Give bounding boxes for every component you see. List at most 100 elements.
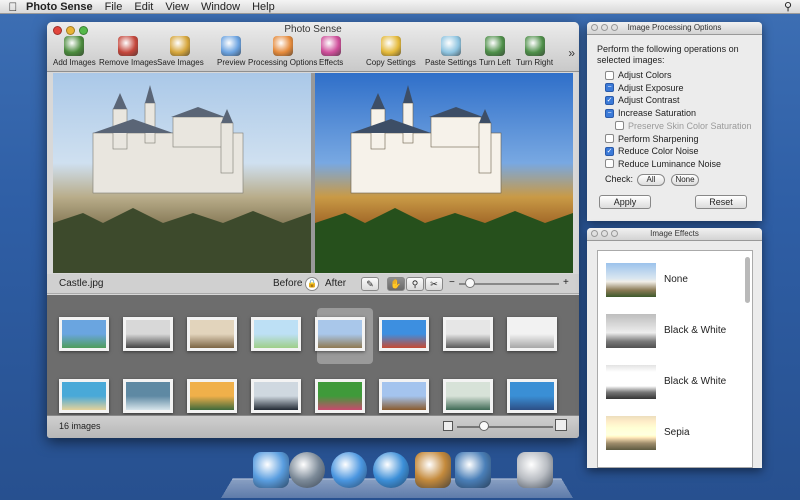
image-thumbnail[interactable]	[59, 379, 109, 413]
check-all-button[interactable]: All	[637, 174, 665, 186]
paste-settings-icon	[440, 36, 461, 56]
minimize-panel-button[interactable]	[601, 24, 608, 31]
checkbox[interactable]: ✓	[605, 146, 614, 156]
option-increase-saturation[interactable]: − Increase Saturation	[605, 108, 696, 118]
checkbox[interactable]	[605, 134, 614, 143]
turn-left-button[interactable]: Turn Left	[479, 36, 511, 67]
menu-view[interactable]: View	[165, 1, 189, 13]
image-thumbnail[interactable]	[59, 317, 109, 351]
close-panel-button[interactable]	[591, 230, 598, 237]
thumbnail-size-large-icon[interactable]	[555, 419, 567, 431]
option-adjust-contrast[interactable]: ✓ Adjust Contrast	[605, 95, 680, 105]
image-thumbnail[interactable]	[379, 317, 429, 351]
minimize-panel-button[interactable]	[601, 230, 608, 237]
menu-file[interactable]: File	[105, 1, 123, 13]
processing-options-button[interactable]: Processing Options	[248, 36, 317, 67]
crop-tool-button[interactable]: ✂	[425, 277, 443, 291]
pencil-tool-button[interactable]: ✎	[361, 277, 379, 291]
lock-icon[interactable]: 🔒	[305, 277, 319, 291]
checkbox[interactable]: −	[605, 83, 614, 93]
thumbnail-size-slider-knob[interactable]	[479, 421, 489, 431]
effects-scrollbar[interactable]	[745, 257, 750, 303]
zoom-out-icon[interactable]: −	[449, 277, 455, 288]
image-thumbnail[interactable]	[315, 379, 365, 413]
image-thumbnail[interactable]	[507, 379, 557, 413]
spotlight-search-icon[interactable]: ⚲	[784, 0, 792, 13]
menu-window[interactable]: Window	[201, 1, 240, 13]
image-thumbnail[interactable]	[251, 317, 301, 351]
reset-button[interactable]: Reset	[695, 195, 747, 209]
image-thumbnail[interactable]	[187, 379, 237, 413]
add-images-button[interactable]: Add Images	[53, 36, 96, 67]
image-thumbnail[interactable]	[443, 317, 493, 351]
copy-settings-button[interactable]: Copy Settings	[366, 36, 416, 67]
window-titlebar: Photo Sense Add Images Remove Images Sav…	[47, 22, 579, 72]
image-thumbnail[interactable]	[123, 379, 173, 413]
image-thumbnail[interactable]	[123, 317, 173, 351]
hand-tool-button[interactable]: ✋	[387, 277, 405, 291]
turn-right-button[interactable]: Turn Right	[516, 36, 553, 67]
preview-button[interactable]: Preview	[217, 36, 245, 67]
remove-images-button[interactable]: Remove Images	[99, 36, 157, 67]
copy-settings-icon	[380, 36, 401, 56]
option-label: Preserve Skin Color Saturation	[628, 120, 752, 131]
processing-description: Perform the following operations on sele…	[597, 44, 739, 65]
zoom-panel-button[interactable]	[611, 230, 618, 237]
toolbar-overflow-icon[interactable]: »	[568, 46, 575, 60]
menu-edit[interactable]: Edit	[134, 1, 153, 13]
effect-item[interactable]: Black & White	[598, 306, 738, 356]
app-menu[interactable]: Photo Sense	[26, 1, 93, 13]
option-reduce-color-noise[interactable]: ✓ Reduce Color Noise	[605, 146, 699, 156]
image-browser	[47, 295, 579, 415]
image-thumbnail[interactable]	[507, 317, 557, 351]
close-panel-button[interactable]	[591, 24, 598, 31]
image-thumbnail[interactable]	[187, 317, 237, 351]
itunes-icon[interactable]	[373, 452, 409, 488]
effects-list[interactable]: None Black & White Black & White Sepia	[597, 250, 753, 468]
apply-button[interactable]: Apply	[599, 195, 651, 209]
castle-illustration	[53, 85, 311, 273]
checkbox[interactable]: −	[605, 108, 614, 118]
image-thumbnail[interactable]	[379, 379, 429, 413]
zoom-tool-button[interactable]: ⚲	[406, 277, 424, 291]
zoom-slider-knob[interactable]	[465, 278, 475, 288]
toolbar: Add Images Remove Images Save Images Pre…	[47, 36, 579, 70]
preview-info-bar: Castle.jpg Before 🔒 After ✎ ✋ ⚲ ✂ − +	[47, 274, 579, 294]
check-none-button[interactable]: None	[671, 174, 699, 186]
option-adjust-colors[interactable]: Adjust Colors	[605, 70, 672, 80]
preview-area[interactable]	[53, 73, 573, 273]
launchpad-icon[interactable]	[289, 452, 325, 488]
safari-icon[interactable]	[331, 452, 367, 488]
trash-icon[interactable]	[517, 452, 553, 488]
save-images-button[interactable]: Save Images	[157, 36, 204, 67]
checkbox[interactable]	[605, 159, 614, 169]
option-reduce-luminance-noise[interactable]: Reduce Luminance Noise	[605, 159, 721, 169]
photo-sense-icon[interactable]	[455, 452, 491, 488]
apple-menu-icon[interactable]: 	[0, 0, 26, 14]
image-thumbnail[interactable]	[443, 379, 493, 413]
option-perform-sharpening[interactable]: Perform Sharpening	[605, 134, 699, 144]
option-label: Adjust Colors	[618, 70, 672, 80]
before-image	[53, 73, 311, 273]
finder-icon[interactable]	[253, 452, 289, 488]
effect-name: Black & White	[664, 325, 727, 336]
zoom-panel-button[interactable]	[611, 24, 618, 31]
thumbnail-size-small-icon[interactable]	[443, 421, 453, 431]
image-thumbnail[interactable]	[251, 379, 301, 413]
option-label: Adjust Contrast	[618, 95, 680, 106]
thumbnail-size-slider[interactable]	[457, 426, 553, 428]
effect-item[interactable]: Black & White	[598, 357, 738, 407]
image-thumbnail[interactable]	[315, 317, 365, 351]
preview-icon	[221, 36, 242, 56]
paste-settings-button[interactable]: Paste Settings	[425, 36, 477, 67]
effects-button[interactable]: Effects	[319, 36, 343, 67]
menu-help[interactable]: Help	[252, 1, 275, 13]
effect-item[interactable]: Sepia	[598, 408, 738, 458]
zoom-in-icon[interactable]: +	[563, 277, 569, 288]
effect-item[interactable]: None	[598, 255, 738, 305]
checkbox[interactable]	[605, 70, 614, 80]
option-adjust-exposure[interactable]: − Adjust Exposure	[605, 83, 684, 93]
iphoto-icon[interactable]	[415, 452, 451, 488]
checkbox[interactable]: ✓	[605, 95, 614, 105]
add-images-icon	[64, 36, 85, 56]
